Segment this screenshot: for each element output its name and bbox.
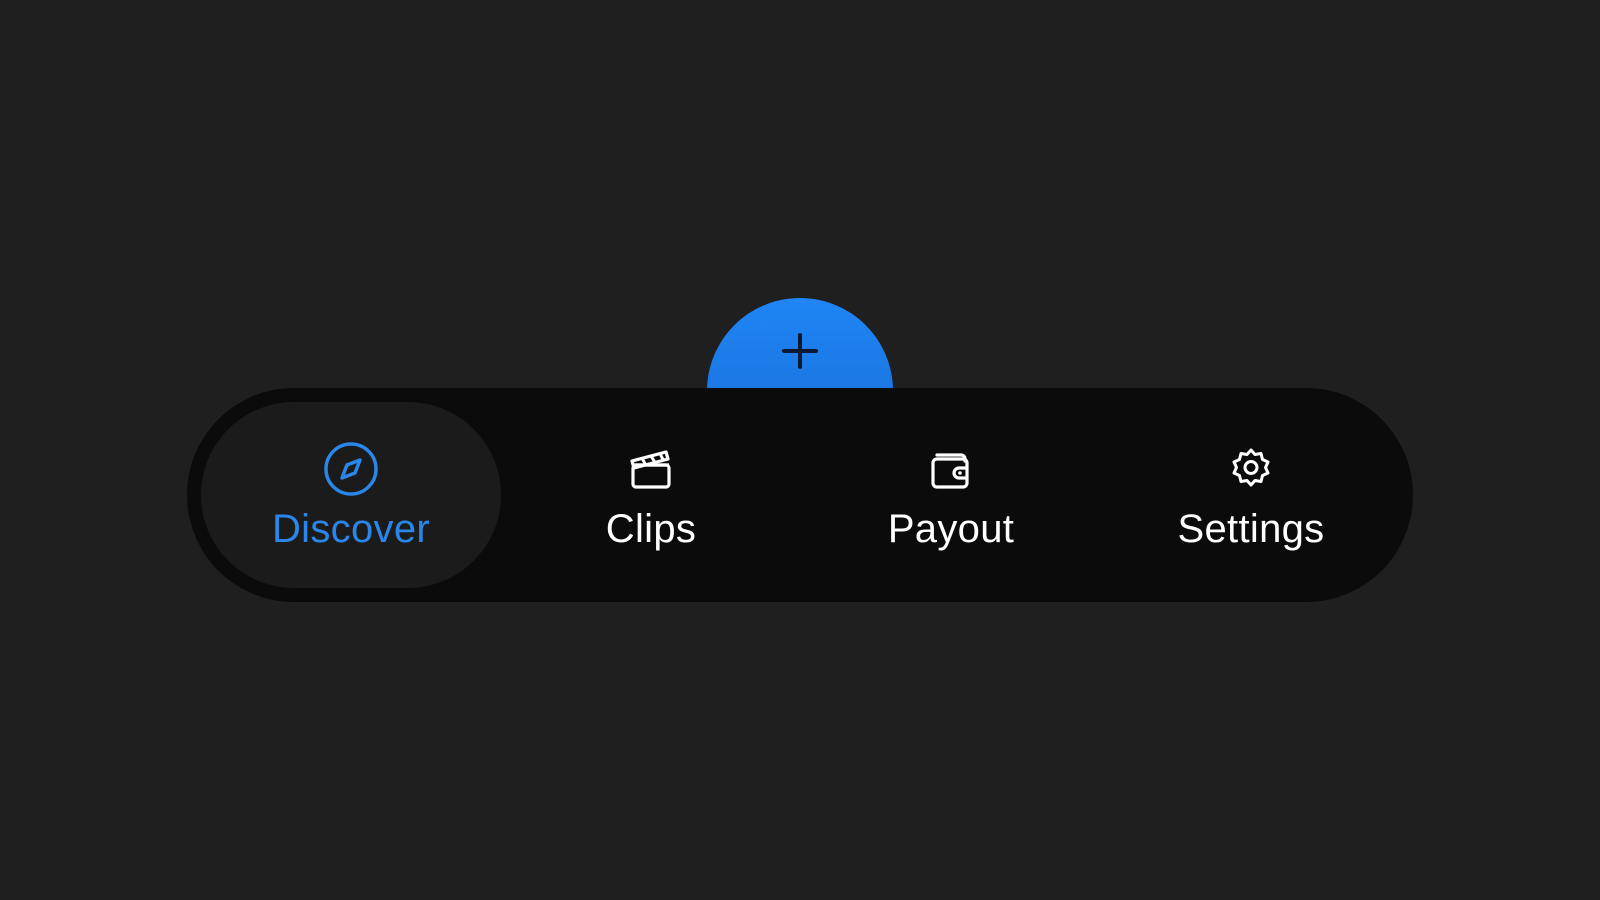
nav-item-discover[interactable]: Discover [201,402,501,588]
add-button-wrapper [707,298,893,388]
nav-item-payout[interactable]: Payout [801,402,1101,588]
gear-icon [1223,441,1279,497]
bottom-navigation-bar: Discover Clips Payout Settings [187,388,1413,602]
clapperboard-icon [623,441,679,497]
plus-icon [782,333,818,369]
add-button[interactable] [707,298,893,388]
wallet-icon [923,441,979,497]
nav-label-payout: Payout [887,507,1015,551]
nav-item-settings[interactable]: Settings [1101,402,1401,588]
nav-label-settings: Settings [1177,507,1325,551]
nav-label-clips: Clips [605,507,697,551]
stage: Discover Clips Payout Settings [0,0,1600,900]
nav-item-clips[interactable]: Clips [501,402,801,588]
nav-label-discover: Discover [272,507,430,551]
compass-icon [323,441,379,497]
